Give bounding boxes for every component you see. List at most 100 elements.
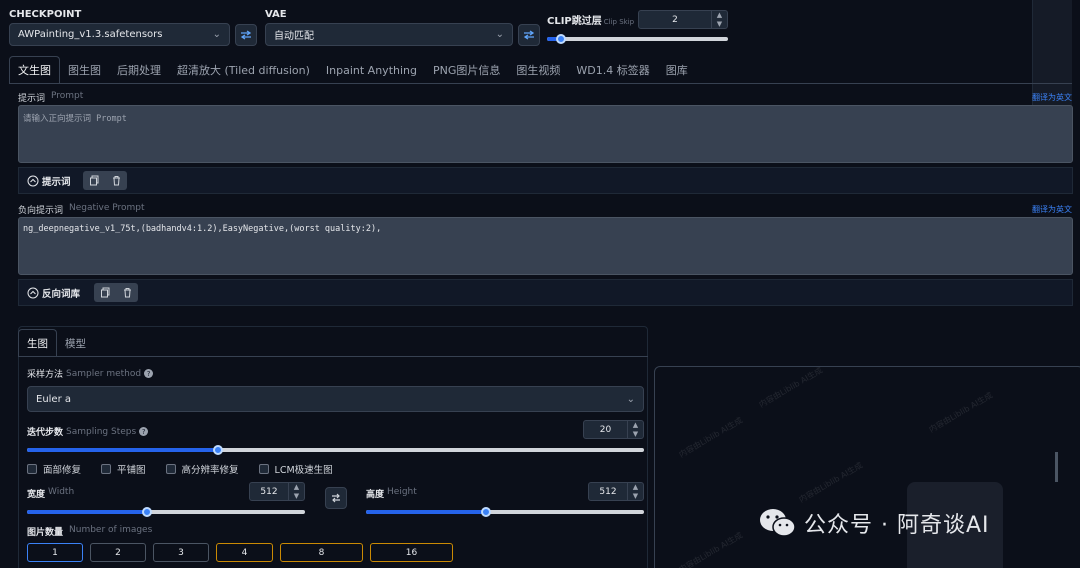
chevron-down-icon: ⌄ xyxy=(212,29,221,40)
face-restore-checkbox[interactable]: 面部修复 xyxy=(27,462,81,476)
trash-icon[interactable] xyxy=(111,175,122,186)
tab-txt2img[interactable]: 文生图 xyxy=(9,56,60,84)
tab-inpaint-anything[interactable]: Inpaint Anything xyxy=(318,56,425,84)
chevron-up-circle-icon xyxy=(27,287,39,299)
prompt-input[interactable]: 请输入正向提示词 Prompt xyxy=(18,105,1073,163)
negative-prompt-input[interactable]: ng_deepnegative_v1_75t,(badhandv4:1.2),E… xyxy=(18,217,1073,275)
count-label-group: 图片数量 Number of images xyxy=(27,525,152,538)
clip-skip-slider[interactable] xyxy=(547,34,728,44)
swap-dimensions-button[interactable] xyxy=(325,487,347,509)
sampler-label: 采样方法 xyxy=(27,370,64,380)
count-button-16[interactable]: 16 xyxy=(370,543,453,562)
watermark-tile: 内容由Liblib AI生成 xyxy=(927,390,995,435)
count-button-8[interactable]: 8 xyxy=(280,543,363,562)
steps-stepper[interactable]: ▲ ▼ xyxy=(627,421,643,438)
sampler-label-group: 采样方法 Sampler method ? xyxy=(27,367,154,380)
negative-translate-link[interactable]: 翻译为英文 xyxy=(1032,204,1072,215)
vae-select[interactable]: 自动匹配 ⌄ xyxy=(265,23,513,46)
count-button-1[interactable]: 1 xyxy=(27,543,83,562)
refresh-checkpoint-button[interactable] xyxy=(235,24,257,46)
clip-skip-slider-thumb[interactable] xyxy=(556,34,567,44)
width-label: 宽度 xyxy=(27,490,46,500)
clip-skip-sublabel: Clip Skip xyxy=(603,18,635,26)
tab-model[interactable]: 模型 xyxy=(57,329,94,357)
count-button-3[interactable]: 3 xyxy=(153,543,209,562)
swap-icon xyxy=(240,30,252,40)
count-label-en: Number of images xyxy=(69,525,153,535)
checkpoint-value: AWPainting_v1.3.safetensors xyxy=(18,29,163,40)
negative-label-en: Negative Prompt xyxy=(69,203,145,213)
height-slider-thumb[interactable] xyxy=(480,507,491,517)
checkbox-box[interactable] xyxy=(27,464,37,474)
refresh-vae-button[interactable] xyxy=(518,24,540,46)
negative-library-label: 反向词库 xyxy=(42,289,81,300)
preview-scrollbar[interactable] xyxy=(1055,452,1058,482)
width-stepper[interactable]: ▲ ▼ xyxy=(288,483,304,500)
generation-tabs-divider xyxy=(18,356,648,357)
width-input[interactable]: 512 ▲ ▼ xyxy=(249,482,305,501)
sampler-value: Euler a xyxy=(36,393,72,405)
count-button-4[interactable]: 4 xyxy=(216,543,273,562)
tab-tiled-diffusion[interactable]: 超清放大 (Tiled diffusion) xyxy=(169,56,318,84)
width-slider[interactable] xyxy=(27,507,305,517)
steps-input[interactable]: 20 ▲ ▼ xyxy=(583,420,644,439)
steps-value: 20 xyxy=(599,424,612,435)
wechat-icon xyxy=(760,509,796,537)
negative-label: 负向提示词 xyxy=(18,206,64,216)
tab-wd14-tagger[interactable]: WD1.4 标签器 xyxy=(568,56,657,84)
negative-library-toggle[interactable]: 反向词库 xyxy=(27,286,80,300)
tab-img2video[interactable]: 图生视频 xyxy=(508,56,568,84)
watermark-tile: 内容由Liblib AI生成 xyxy=(757,366,825,410)
clip-skip-stepper[interactable]: ▲ ▼ xyxy=(711,11,727,28)
negative-toolbar: 反向词库 xyxy=(18,279,1073,306)
watermark-tile: 内容由Liblib AI生成 xyxy=(797,460,865,505)
checkbox-box[interactable] xyxy=(258,464,269,474)
clip-skip-input[interactable]: 2 ▲ ▼ xyxy=(638,10,728,29)
copy-icon[interactable] xyxy=(89,175,100,186)
tab-generate[interactable]: 生图 xyxy=(18,329,57,357)
prompt-label-group: 提示词 Prompt xyxy=(18,91,83,104)
checkbox-box[interactable] xyxy=(165,464,176,474)
prompt-label: 提示词 xyxy=(18,94,46,104)
checkpoint-select[interactable]: AWPainting_v1.3.safetensors ⌄ xyxy=(9,23,230,46)
width-slider-thumb[interactable] xyxy=(141,507,152,517)
sampler-select[interactable]: Euler a ⌄ xyxy=(27,386,644,412)
count-label: 图片数量 xyxy=(27,528,64,538)
tiling-checkbox[interactable]: 平铺图 xyxy=(101,462,146,476)
lcm-label: LCM极速生图 xyxy=(274,465,333,476)
checkbox-box[interactable] xyxy=(101,464,112,474)
prompt-translate-link[interactable]: 翻译为英文 xyxy=(1032,92,1072,103)
width-label-en: Width xyxy=(48,487,75,497)
height-value: 512 xyxy=(599,486,617,497)
width-value: 512 xyxy=(260,486,278,497)
lcm-checkbox[interactable]: LCM极速生图 xyxy=(258,462,333,476)
hires-fix-checkbox[interactable]: 高分辨率修复 xyxy=(165,462,239,476)
tab-png-info[interactable]: PNG图片信息 xyxy=(425,56,508,84)
trash-icon[interactable] xyxy=(122,287,133,298)
tab-img2img[interactable]: 图生图 xyxy=(60,56,109,84)
height-stepper[interactable]: ▲ ▼ xyxy=(627,483,643,500)
sampler-label-en: Sampler method xyxy=(66,368,142,379)
steps-slider[interactable] xyxy=(27,445,644,455)
height-slider[interactable] xyxy=(366,507,644,517)
negative-actions xyxy=(94,283,138,302)
prompt-toolbar: 提示词 xyxy=(18,167,1073,194)
count-button-2[interactable]: 2 xyxy=(90,543,146,562)
height-input[interactable]: 512 ▲ ▼ xyxy=(588,482,644,501)
prompt-library-toggle[interactable]: 提示词 xyxy=(27,174,71,188)
height-label-en: Height xyxy=(387,487,417,497)
tab-gallery[interactable]: 图库 xyxy=(658,56,696,84)
main-tabs: 文生图 图生图 后期处理 超清放大 (Tiled diffusion) Inpa… xyxy=(9,56,696,84)
negative-label-group: 负向提示词 Negative Prompt xyxy=(18,203,145,216)
chevron-down-icon: ⌄ xyxy=(626,393,635,405)
clip-skip-label-group: CLIP跳过层 Clip Skip xyxy=(547,12,634,27)
vae-label: VAE xyxy=(265,9,287,20)
copy-icon[interactable] xyxy=(100,287,111,298)
tab-extras[interactable]: 后期处理 xyxy=(109,56,169,84)
help-icon[interactable]: ? xyxy=(139,427,149,436)
watermark-tile: 内容由Liblib AI生成 xyxy=(677,415,745,460)
prompt-actions xyxy=(83,171,127,190)
chevron-down-icon: ⌄ xyxy=(495,29,504,40)
help-icon[interactable]: ? xyxy=(144,369,154,378)
tiling-label: 平铺图 xyxy=(117,465,146,476)
